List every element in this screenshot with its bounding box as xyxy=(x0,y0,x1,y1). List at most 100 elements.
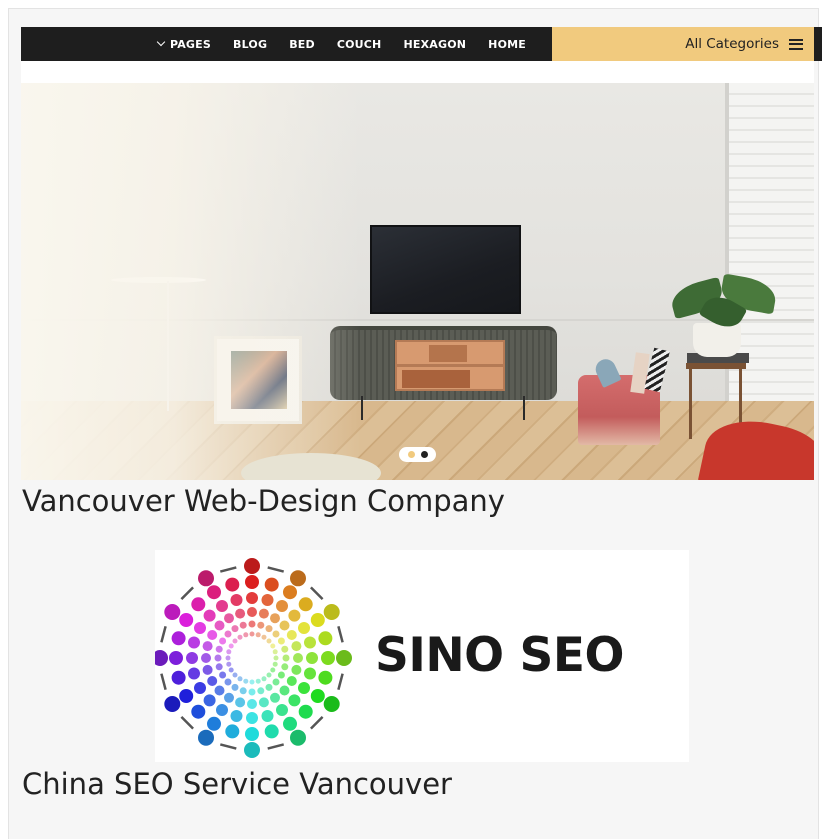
hero-tv xyxy=(370,225,521,314)
logo-dot xyxy=(248,688,256,696)
hero-console-drawer xyxy=(402,370,470,388)
logo-dot xyxy=(258,697,269,708)
nav-links: PAGES BLOG BED COUCH HEXAGON HOME xyxy=(156,27,526,61)
logo-dot xyxy=(282,654,290,662)
logo-dot xyxy=(265,683,273,691)
logo-dot xyxy=(255,678,261,684)
logo-dot xyxy=(202,664,213,675)
logo-dot xyxy=(272,678,280,686)
logo-ring-segment xyxy=(310,716,324,730)
logo-dot xyxy=(239,687,247,695)
slider-dot-2[interactable] xyxy=(420,451,428,458)
logo-dot xyxy=(272,630,280,638)
logo-ring-segment xyxy=(219,743,237,750)
slider-dots xyxy=(399,447,436,462)
logo-dot xyxy=(225,655,231,661)
logo-dot xyxy=(214,620,225,631)
logo-dot xyxy=(318,631,333,646)
hero-stool xyxy=(686,363,746,369)
logo-dot xyxy=(230,710,243,722)
logo-dot xyxy=(290,729,306,746)
logo-dot xyxy=(231,683,239,691)
logo-dot xyxy=(272,661,278,667)
slider-dot-1[interactable] xyxy=(407,451,415,458)
logo-dot xyxy=(232,672,238,678)
logo-dot xyxy=(232,638,238,644)
logo-dot xyxy=(194,622,206,634)
logo-dot xyxy=(298,597,313,612)
logo-dot xyxy=(207,716,221,731)
nav-item-label: PAGES xyxy=(169,37,211,51)
logo-dot xyxy=(214,685,225,696)
logo-dot xyxy=(246,712,258,724)
article-title-web-design[interactable]: Vancouver Web-Design Company xyxy=(22,484,505,518)
logo-dot xyxy=(155,650,168,666)
logo-dot xyxy=(258,608,269,619)
nav-item-blog[interactable]: BLOG xyxy=(233,38,267,51)
logo-dot xyxy=(290,570,306,587)
logo-dot xyxy=(226,661,232,667)
logo-dot xyxy=(264,577,279,592)
logo-dot xyxy=(219,671,227,679)
logo-dot xyxy=(293,653,303,663)
logo-dot xyxy=(286,676,297,686)
logo-dot xyxy=(224,630,232,638)
logo-dot xyxy=(186,652,198,664)
logo-ring-segment xyxy=(337,673,344,691)
hero-plant-pot xyxy=(693,323,741,357)
nav-item-pages[interactable]: PAGES xyxy=(156,37,211,51)
logo-dot xyxy=(164,604,181,620)
logo-dot xyxy=(216,704,228,716)
nav-item-hexagon[interactable]: HEXAGON xyxy=(403,38,466,51)
logo-dot xyxy=(288,694,301,707)
logo-dot xyxy=(198,729,214,746)
logo-dot xyxy=(164,696,181,712)
chevron-down-icon xyxy=(156,37,166,47)
logo-dot xyxy=(318,670,333,685)
main-navbar: PAGES BLOG BED COUCH HEXAGON HOME xyxy=(21,27,552,61)
logo-ring-segment xyxy=(267,566,285,573)
logo-dot xyxy=(246,592,258,604)
logo-dot xyxy=(207,585,221,600)
logo-dot xyxy=(244,558,260,574)
logo-dot xyxy=(198,570,214,587)
logo-dot xyxy=(179,689,194,703)
logo-dot xyxy=(245,727,259,741)
article-title-china-seo[interactable]: China SEO Service Vancouver xyxy=(22,767,452,801)
nav-item-bed[interactable]: BED xyxy=(289,38,315,51)
logo-dot xyxy=(239,621,247,629)
logo-dot xyxy=(270,667,276,673)
nav-item-couch[interactable]: COUCH xyxy=(337,38,382,51)
logo-dot xyxy=(266,672,272,678)
logo-dot xyxy=(201,653,211,663)
hero-console-leg xyxy=(523,396,525,420)
logo-dot xyxy=(298,622,310,634)
logo-dot xyxy=(272,649,278,655)
logo-dot xyxy=(270,692,280,703)
hero-overlay xyxy=(21,83,361,480)
logo-dot xyxy=(207,676,218,686)
logo-dot xyxy=(257,687,265,695)
logo-ring-segment xyxy=(267,743,285,750)
logo-dot xyxy=(231,625,239,633)
logo-ring-segment xyxy=(219,566,237,573)
nav-item-home[interactable]: HOME xyxy=(488,38,526,51)
logo-dot xyxy=(304,667,316,680)
logo-dot xyxy=(279,685,290,696)
logo-dot xyxy=(298,682,310,694)
logo-dot xyxy=(215,645,223,653)
logo-dot xyxy=(237,634,243,640)
logo-dot xyxy=(288,609,301,622)
all-categories-button[interactable]: All Categories xyxy=(552,27,814,61)
logo-dot xyxy=(264,724,279,739)
logo-dot xyxy=(188,667,200,680)
logo-dot xyxy=(310,689,325,703)
logo-dot xyxy=(336,650,352,666)
hero-slider[interactable] xyxy=(21,83,814,480)
logo-dot xyxy=(265,625,273,633)
logo-dot xyxy=(169,651,183,665)
logo-dot xyxy=(235,697,246,708)
hamburger-menu-icon xyxy=(789,38,803,50)
sino-seo-logo[interactable]: SINO SEO xyxy=(155,550,689,762)
logo-dot xyxy=(215,663,223,671)
